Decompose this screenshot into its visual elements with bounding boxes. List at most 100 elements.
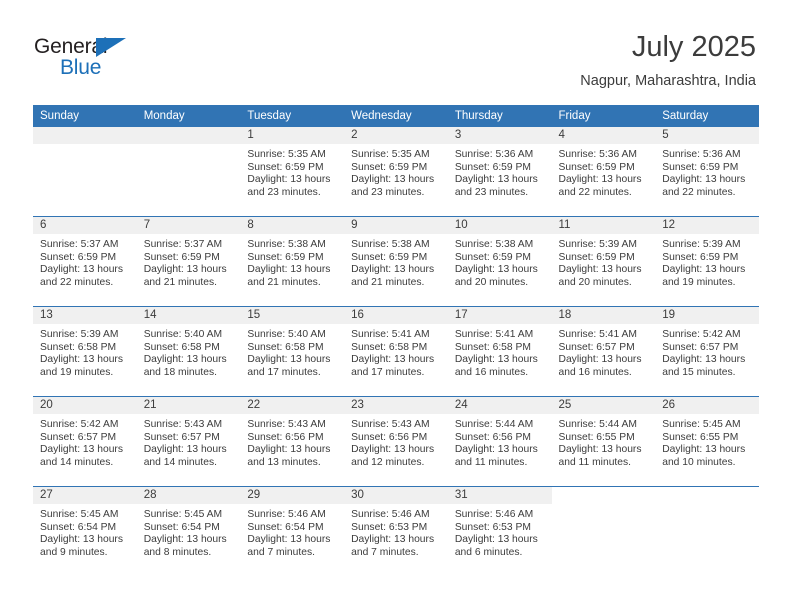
day-cell-content: 1 Sunrise: 5:35 AM Sunset: 6:59 PM Daylight… [240,127,345,216]
daylight-duration-line2: and 21 minutes. [351,276,425,288]
calendar-day-cell[interactable]: 12 Sunrise: 5:39 AM Sunset: 6:59 PM Dayligh… [655,216,759,307]
calendar-day-cell[interactable]: 26 Sunrise: 5:45 AM Sunset: 6:55 PM Dayligh… [655,396,759,487]
day-number: 16 [344,307,448,324]
day-number: 6 [33,217,137,234]
calendar-day-cell[interactable]: 24 Sunrise: 5:44 AM Sunset: 6:56 PM Dayligh… [447,396,552,487]
calendar-day-cell[interactable]: 28 Sunrise: 5:45 AM Sunset: 6:54 PM Dayligh… [136,486,241,576]
sunset-time: Sunset: 6:59 PM [351,251,428,263]
sunset-time: Sunset: 6:55 PM [558,431,635,443]
calendar-day-cell[interactable]: 13 Sunrise: 5:39 AM Sunset: 6:58 PM Dayligh… [33,306,137,397]
sunrise-time: Sunrise: 5:45 AM [662,419,741,430]
weekday-header-thursday: Thursday [447,105,552,127]
daylight-duration-line1: Daylight: 13 hours [143,444,227,456]
day-details: Sunrise: 5:45 AM Sunset: 6:54 PM Daylight:… [137,504,241,559]
calendar-day-cell[interactable]: 27 Sunrise: 5:45 AM Sunset: 6:54 PM Dayligh… [33,486,137,576]
daylight-duration-line1: Daylight: 13 hours [351,534,435,546]
day-number: 21 [136,397,241,414]
sunset-time: Sunset: 6:59 PM [662,161,739,173]
page-header: General Blue July 2025 Nagpur, Maharasht… [0,0,792,104]
daylight-duration-line2: and 16 minutes. [558,366,632,378]
calendar-week-row: 27 Sunrise: 5:45 AM Sunset: 6:54 PM Dayligh… [33,486,759,576]
calendar-day-cell[interactable]: 31 Sunrise: 5:46 AM Sunset: 6:53 PM Dayligh… [447,486,552,576]
calendar-day-cell[interactable]: 16 Sunrise: 5:41 AM Sunset: 6:58 PM Dayligh… [344,306,448,397]
sunrise-time: Sunrise: 5:38 AM [247,239,326,250]
calendar-day-cell[interactable]: 29 Sunrise: 5:46 AM Sunset: 6:54 PM Dayligh… [240,486,345,576]
sunrise-time: Sunrise: 5:36 AM [558,149,637,160]
daylight-duration-line1: Daylight: 13 hours [351,354,435,366]
day-cell-content: 2 Sunrise: 5:35 AM Sunset: 6:59 PM Daylight… [344,127,448,216]
day-details: Sunrise: 5:37 AM Sunset: 6:59 PM Daylight:… [33,234,137,289]
daylight-duration-line2: and 14 minutes. [143,456,217,468]
calendar-day-cell[interactable]: 17 Sunrise: 5:41 AM Sunset: 6:58 PM Dayligh… [447,306,552,397]
daylight-duration-line1: Daylight: 13 hours [247,534,331,546]
calendar-day-cell[interactable]: 14 Sunrise: 5:40 AM Sunset: 6:58 PM Dayligh… [136,306,241,397]
calendar-day-cell[interactable]: 10 Sunrise: 5:38 AM Sunset: 6:59 PM Dayligh… [447,216,552,307]
calendar-day-cell[interactable]: 21 Sunrise: 5:43 AM Sunset: 6:57 PM Dayligh… [136,396,241,487]
sunrise-time: Sunrise: 5:39 AM [40,329,119,340]
day-cell-content: 23 Sunrise: 5:43 AM Sunset: 6:56 PM Dayligh… [344,397,448,486]
daylight-duration-line1: Daylight: 13 hours [454,174,538,186]
day-number: 10 [447,217,552,234]
daylight-duration-line2: and 12 minutes. [351,456,425,468]
calendar-day-cell[interactable]: 3 Sunrise: 5:36 AM Sunset: 6:59 PM Daylight… [447,127,552,217]
daylight-duration-line2: and 21 minutes. [143,276,217,288]
day-details: Sunrise: 5:46 AM Sunset: 6:53 PM Daylight:… [448,504,552,559]
calendar-day-cell[interactable]: 15 Sunrise: 5:40 AM Sunset: 6:58 PM Dayligh… [240,306,345,397]
calendar-day-cell[interactable]: 25 Sunrise: 5:44 AM Sunset: 6:55 PM Dayligh… [551,396,656,487]
sunrise-time: Sunrise: 5:37 AM [143,239,223,250]
sunrise-time: Sunrise: 5:39 AM [558,239,637,250]
day-number: 23 [344,397,448,414]
daylight-duration-line2: and 16 minutes. [454,366,529,378]
day-details: Sunrise: 5:43 AM Sunset: 6:57 PM Daylight:… [137,414,241,469]
calendar-day-cell[interactable]: 7 Sunrise: 5:37 AM Sunset: 6:59 PM Daylight… [136,216,241,307]
daylight-duration-line1: Daylight: 13 hours [247,174,331,186]
calendar-day-cell[interactable]: 11 Sunrise: 5:39 AM Sunset: 6:59 PM Dayligh… [551,216,656,307]
sunrise-time: Sunrise: 5:44 AM [454,419,534,430]
sunset-time: Sunset: 6:59 PM [662,251,739,263]
calendar-day-cell[interactable]: 19 Sunrise: 5:42 AM Sunset: 6:57 PM Dayligh… [655,306,759,397]
logo-text-blue: Blue [60,56,102,79]
day-cell-content: 13 Sunrise: 5:39 AM Sunset: 6:58 PM Dayligh… [33,307,137,396]
day-number [551,487,656,504]
sunset-time: Sunset: 6:58 PM [40,341,117,353]
sunrise-time: Sunrise: 5:44 AM [558,419,637,430]
day-cell-content: 17 Sunrise: 5:41 AM Sunset: 6:58 PM Dayligh… [447,307,552,396]
calendar-day-cell[interactable]: 30 Sunrise: 5:46 AM Sunset: 6:53 PM Dayligh… [344,486,448,576]
daylight-duration-line1: Daylight: 13 hours [558,174,642,186]
calendar-day-cell[interactable]: 9 Sunrise: 5:38 AM Sunset: 6:59 PM Daylight… [344,216,448,307]
sunset-time: Sunset: 6:59 PM [454,161,531,173]
calendar-day-cell [551,486,656,576]
sunrise-time: Sunrise: 5:46 AM [351,509,430,520]
calendar-week-row: 1 Sunrise: 5:35 AM Sunset: 6:59 PM Daylight… [33,127,759,217]
daylight-duration-line1: Daylight: 13 hours [247,444,331,456]
sunset-time: Sunset: 6:53 PM [351,521,428,533]
calendar-day-cell[interactable]: 22 Sunrise: 5:43 AM Sunset: 6:56 PM Dayligh… [240,396,345,487]
sunrise-time: Sunrise: 5:42 AM [662,329,741,340]
calendar-day-cell[interactable]: 20 Sunrise: 5:42 AM Sunset: 6:57 PM Dayligh… [33,396,137,487]
day-number: 1 [240,127,345,144]
day-cell-content: 16 Sunrise: 5:41 AM Sunset: 6:58 PM Dayligh… [344,307,448,396]
sunrise-time: Sunrise: 5:40 AM [143,329,223,340]
calendar-day-cell[interactable]: 4 Sunrise: 5:36 AM Sunset: 6:59 PM Daylight… [551,127,656,217]
calendar-day-cell[interactable]: 6 Sunrise: 5:37 AM Sunset: 6:59 PM Daylight… [33,216,137,307]
calendar-day-cell[interactable]: 8 Sunrise: 5:38 AM Sunset: 6:59 PM Daylight… [240,216,345,307]
sunrise-time: Sunrise: 5:45 AM [143,509,223,520]
day-details: Sunrise: 5:36 AM Sunset: 6:59 PM Daylight:… [448,144,552,199]
day-number [655,487,759,504]
sunrise-time: Sunrise: 5:35 AM [247,149,326,160]
calendar-day-cell[interactable]: 23 Sunrise: 5:43 AM Sunset: 6:56 PM Dayligh… [344,396,448,487]
sunrise-time: Sunrise: 5:45 AM [40,509,119,520]
day-details: Sunrise: 5:36 AM Sunset: 6:59 PM Daylight:… [655,144,759,199]
calendar-day-cell[interactable]: 1 Sunrise: 5:35 AM Sunset: 6:59 PM Daylight… [240,127,345,217]
daylight-duration-line2: and 22 minutes. [558,186,632,198]
calendar-body: 1 Sunrise: 5:35 AM Sunset: 6:59 PM Daylight… [33,127,759,576]
day-details: Sunrise: 5:39 AM Sunset: 6:59 PM Daylight:… [552,234,656,289]
daylight-duration-line2: and 17 minutes. [351,366,425,378]
day-cell-content: 15 Sunrise: 5:40 AM Sunset: 6:58 PM Dayligh… [240,307,345,396]
calendar-day-cell[interactable]: 18 Sunrise: 5:41 AM Sunset: 6:57 PM Dayligh… [551,306,656,397]
weekday-header-wednesday: Wednesday [344,105,448,127]
calendar-day-cell[interactable]: 2 Sunrise: 5:35 AM Sunset: 6:59 PM Daylight… [344,127,448,217]
day-cell-content: 12 Sunrise: 5:39 AM Sunset: 6:59 PM Dayligh… [655,217,759,306]
daylight-duration-line2: and 11 minutes. [558,456,632,468]
calendar-day-cell[interactable]: 5 Sunrise: 5:36 AM Sunset: 6:59 PM Daylight… [655,127,759,217]
